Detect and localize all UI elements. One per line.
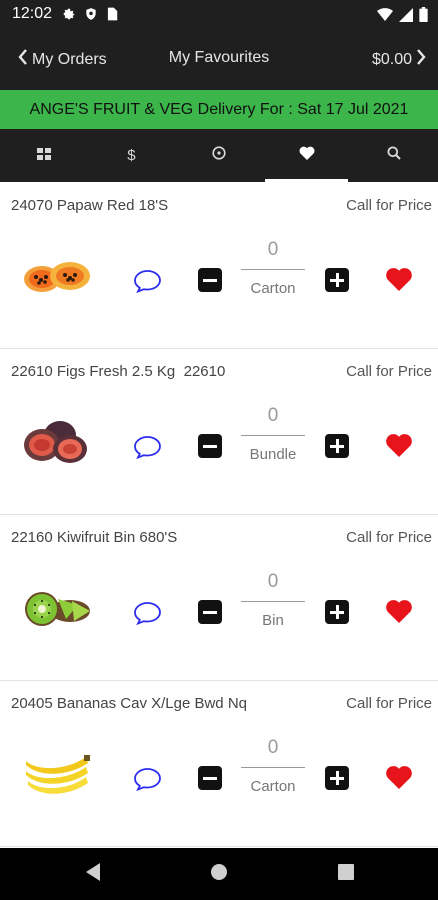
order-total-label: $0.00 [371,50,412,68]
top-nav: My Orders My Favourites $0.00 [0,30,438,90]
comment-icon[interactable] [133,269,162,298]
tab-history[interactable] [175,129,263,182]
gear-icon [62,7,76,21]
page-title: My Favourites [168,49,270,66]
chevron-left-icon [18,49,28,70]
bananas-image [20,747,92,797]
clock-icon [212,146,226,165]
dollar-icon: $ [127,147,136,164]
my-orders-label: My Orders [32,50,107,68]
tab-favourites[interactable] [263,129,351,182]
heart-icon [299,146,315,165]
quantity-input[interactable]: 0 [241,235,305,270]
delivery-banner-text: ANGE'S FRUIT & VEG Delivery For : Sat 17… [29,100,409,118]
comment-icon[interactable] [133,767,162,796]
product-name: 20405 Bananas Cav X/Lge Bwd Nq [11,695,247,712]
product-price: Call for Price [346,695,432,712]
delivery-banner: ANGE'S FRUIT & VEG Delivery For : Sat 17… [0,90,438,129]
order-total-button[interactable]: $0.00 [372,49,426,70]
list-item: 22160 Kiwifruit Bin 680'S Call for Price… [0,515,438,681]
unit-label: Bin [262,612,284,629]
tab-bar: $ [0,129,438,182]
papaya-image [20,249,92,299]
grid-icon [36,147,51,165]
product-price: Call for Price [346,529,432,546]
favourite-heart-icon[interactable] [385,765,413,794]
product-price: Call for Price [346,197,432,214]
increase-quantity-button[interactable] [325,268,349,292]
quantity-input[interactable]: 0 [241,401,305,436]
comment-icon[interactable] [133,435,162,464]
product-name: 22610 Figs Fresh 2.5 Kg 22610 [11,363,226,380]
signal-icon [399,7,413,22]
favourite-heart-icon[interactable] [385,599,413,628]
increase-quantity-button[interactable] [325,434,349,458]
tab-search[interactable] [350,129,438,182]
recents-square-icon[interactable] [337,862,355,887]
decrease-quantity-button[interactable] [198,600,222,624]
quantity-input[interactable]: 0 [241,733,305,768]
tab-categories[interactable] [0,129,88,182]
back-triangle-icon[interactable] [84,862,102,887]
status-right-icons [377,7,428,22]
unit-label: Carton [250,280,296,297]
comment-icon[interactable] [133,601,162,630]
list-item: 20405 Bananas Cav X/Lge Bwd Nq Call for … [0,681,438,847]
kiwifruit-image [20,581,92,631]
status-left-icons [62,7,118,21]
product-price: Call for Price [346,363,432,380]
figs-image [20,415,92,465]
system-nav-bar [0,848,438,900]
decrease-quantity-button[interactable] [198,434,222,458]
search-icon [387,146,401,165]
status-bar: 12:02 [0,0,438,30]
tab-prices[interactable]: $ [88,129,176,182]
product-list: 24070 Papaw Red 18'S Call for Price 0 Ca… [0,183,438,847]
decrease-quantity-button[interactable] [198,268,222,292]
quantity-input[interactable]: 0 [241,567,305,602]
increase-quantity-button[interactable] [325,600,349,624]
wifi-icon [377,7,393,22]
chevron-right-icon [416,49,426,70]
home-circle-icon[interactable] [210,862,228,887]
battery-icon [419,7,428,22]
sim-card-icon [106,7,118,21]
shield-icon [84,7,98,21]
favourite-heart-icon[interactable] [385,433,413,462]
product-name: 24070 Papaw Red 18'S [11,197,169,214]
list-item: 22610 Figs Fresh 2.5 Kg 22610 Call for P… [0,349,438,515]
my-orders-button[interactable]: My Orders [18,49,107,70]
unit-label: Bundle [249,446,297,463]
list-item: 24070 Papaw Red 18'S Call for Price 0 Ca… [0,183,438,349]
favourite-heart-icon[interactable] [385,267,413,296]
decrease-quantity-button[interactable] [198,766,222,790]
status-time: 12:02 [12,5,53,22]
product-name: 22160 Kiwifruit Bin 680'S [11,529,178,546]
increase-quantity-button[interactable] [325,766,349,790]
unit-label: Carton [250,778,296,795]
